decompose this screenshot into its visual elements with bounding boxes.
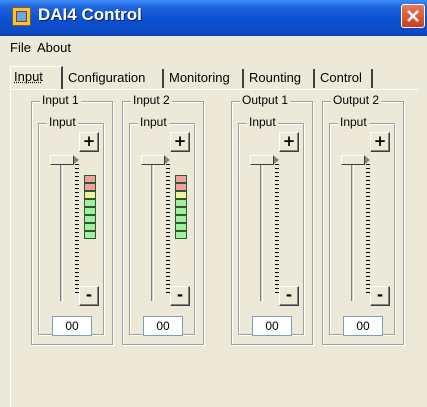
tab-content-panel: Input 1 Input + - 00 Input 2 Input + - 0… bbox=[10, 89, 418, 407]
channel-title: Input 1 bbox=[40, 93, 81, 107]
fader-group-label: Input bbox=[47, 115, 78, 129]
fader-group-label: Input bbox=[338, 115, 369, 129]
channel-group-output-2: Output 2 Input + - 00 bbox=[322, 93, 404, 345]
close-button[interactable] bbox=[401, 4, 425, 28]
value-field[interactable]: 00 bbox=[143, 316, 183, 336]
meter-segment bbox=[84, 223, 96, 231]
meter-segment bbox=[175, 231, 187, 239]
fader-ticks bbox=[75, 164, 79, 294]
fader-track[interactable] bbox=[60, 161, 63, 301]
meter-segment bbox=[84, 191, 96, 199]
fader-ticks bbox=[275, 164, 279, 294]
level-meter bbox=[84, 175, 96, 239]
meter-segment bbox=[175, 175, 187, 183]
meter-segment bbox=[84, 199, 96, 207]
meter-segment bbox=[175, 183, 187, 191]
fader-track[interactable] bbox=[351, 161, 354, 301]
value-field[interactable]: 00 bbox=[52, 316, 92, 336]
tab-control[interactable]: Control bbox=[317, 69, 373, 88]
increase-button[interactable]: + bbox=[79, 132, 99, 152]
fader-ticks bbox=[366, 164, 370, 294]
tab-monitoring[interactable]: Monitoring bbox=[166, 69, 244, 88]
title-bar[interactable]: DAI4 Control bbox=[0, 0, 427, 36]
decrease-button[interactable]: - bbox=[170, 286, 190, 306]
menu-file[interactable]: File bbox=[10, 40, 31, 55]
meter-segment bbox=[84, 231, 96, 239]
level-meter bbox=[175, 175, 187, 239]
fader-track[interactable] bbox=[260, 161, 263, 301]
meter-segment bbox=[175, 223, 187, 231]
decrease-button[interactable]: - bbox=[79, 286, 99, 306]
meter-segment bbox=[175, 207, 187, 215]
channel-group-input-1: Input 1 Input + - 00 bbox=[31, 93, 113, 345]
meter-segment bbox=[84, 175, 96, 183]
fader-group: Input + - bbox=[238, 115, 304, 335]
increase-button[interactable]: + bbox=[170, 132, 190, 152]
window-title: DAI4 Control bbox=[38, 5, 142, 24]
meter-segment bbox=[175, 191, 187, 199]
app-icon bbox=[12, 7, 31, 26]
increase-button[interactable]: + bbox=[370, 132, 390, 152]
channel-title: Output 2 bbox=[331, 93, 382, 107]
menu-bar: File About bbox=[10, 38, 427, 60]
meter-segment bbox=[175, 215, 187, 223]
close-icon bbox=[407, 10, 419, 22]
channel-group-output-1: Output 1 Input + - 00 bbox=[231, 93, 313, 345]
increase-button[interactable]: + bbox=[279, 132, 299, 152]
fader-ticks bbox=[166, 164, 170, 294]
tab-configuration[interactable]: Configuration bbox=[65, 69, 164, 88]
meter-segment bbox=[84, 215, 96, 223]
decrease-button[interactable]: - bbox=[370, 286, 390, 306]
meter-segment bbox=[175, 199, 187, 207]
app-window: DAI4 Control File About Input Configurat… bbox=[0, 0, 427, 407]
meter-segment bbox=[84, 183, 96, 191]
fader-group: Input + - bbox=[329, 115, 395, 335]
fader-group: Input + - bbox=[38, 115, 104, 335]
fader-thumb[interactable] bbox=[250, 155, 279, 165]
tab-rounting[interactable]: Rounting bbox=[246, 69, 315, 88]
value-field[interactable]: 00 bbox=[343, 316, 383, 336]
fader-thumb[interactable] bbox=[141, 155, 170, 165]
decrease-button[interactable]: - bbox=[279, 286, 299, 306]
menu-about[interactable]: About bbox=[37, 40, 71, 55]
fader-thumb[interactable] bbox=[341, 155, 370, 165]
channel-title: Input 2 bbox=[131, 93, 172, 107]
fader-group: Input + - bbox=[129, 115, 195, 335]
channel-group-input-2: Input 2 Input + - 00 bbox=[122, 93, 204, 345]
fader-track[interactable] bbox=[151, 161, 154, 301]
fader-thumb[interactable] bbox=[50, 155, 79, 165]
fader-group-label: Input bbox=[138, 115, 169, 129]
tab-input[interactable]: Input bbox=[10, 66, 63, 89]
value-field[interactable]: 00 bbox=[252, 316, 292, 336]
channel-title: Output 1 bbox=[240, 93, 291, 107]
fader-group-label: Input bbox=[247, 115, 278, 129]
meter-segment bbox=[84, 207, 96, 215]
